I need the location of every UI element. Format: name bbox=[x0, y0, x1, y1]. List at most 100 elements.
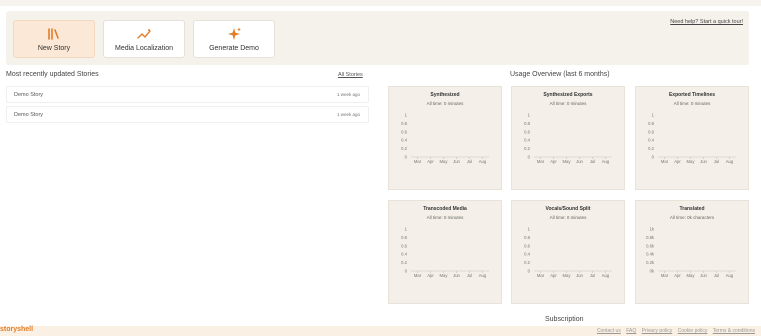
generate-demo-button[interactable]: Generate Demo bbox=[193, 20, 275, 58]
cookie-policy-link[interactable]: Cookie policy bbox=[678, 328, 708, 334]
y-tick-label: 1k bbox=[650, 227, 655, 232]
y-tick-label: 0.6 bbox=[648, 129, 654, 134]
x-tick-label: Apr bbox=[427, 273, 434, 278]
x-tick-label: Jun bbox=[453, 273, 460, 278]
recent-stories-title: Most recently updated Stories bbox=[6, 71, 99, 78]
y-tick-label: 0 bbox=[652, 155, 655, 160]
y-tick-label: 0.8 bbox=[648, 121, 654, 126]
y-tick-label: 0.8 bbox=[401, 235, 407, 240]
y-tick-label: 0.6k bbox=[646, 243, 655, 248]
y-tick-label: 1 bbox=[405, 113, 408, 118]
story-name: Demo Story bbox=[14, 92, 44, 98]
y-tick-label: 0 bbox=[528, 155, 531, 160]
subscription-title: Subscription bbox=[545, 316, 584, 323]
x-tick-label: Apr bbox=[427, 159, 434, 164]
y-tick-label: 0.4k bbox=[646, 252, 655, 257]
x-tick-label: Aug bbox=[602, 273, 610, 278]
y-tick-label: 0.6 bbox=[401, 129, 407, 134]
media-localization-label: Media Localization bbox=[115, 44, 173, 52]
faq-link[interactable]: FAQ bbox=[626, 328, 636, 334]
usage-card-synthesized-exports: Synthesized Exports All time: 0 minutes … bbox=[511, 86, 625, 190]
x-tick-label: Mar bbox=[414, 273, 422, 278]
terms-conditions-link[interactable]: Terms & conditions bbox=[713, 328, 755, 334]
y-tick-label: 0.2 bbox=[524, 260, 530, 265]
x-tick-label: Jul bbox=[714, 273, 719, 278]
y-tick-label: 1 bbox=[405, 227, 408, 232]
usage-chart: 1 0.8 0.6 0.4 0.2 0 Mar Apr May Jun Jul Aug bbox=[401, 113, 489, 164]
y-tick-label: 0.2 bbox=[401, 146, 407, 151]
x-tick-label: Jun bbox=[576, 159, 583, 164]
privacy-policy-link[interactable]: Privacy policy bbox=[642, 328, 673, 334]
x-tick-label: Jun bbox=[453, 159, 460, 164]
y-tick-label: 0.8k bbox=[646, 235, 655, 240]
y-tick-label: 0.6 bbox=[524, 129, 530, 134]
y-tick-label: 0 bbox=[405, 155, 408, 160]
sparkle-line-icon bbox=[137, 28, 151, 39]
footer-links: Contact us FAQ Privacy policy Cookie pol… bbox=[593, 328, 755, 334]
y-tick-label: 1 bbox=[652, 113, 655, 118]
quick-tour-link[interactable]: Need help? Start a quick tour! bbox=[670, 19, 743, 25]
story-row[interactable]: Demo Story 1 week ago bbox=[6, 86, 369, 103]
usage-chart: 1k 0.8k 0.6k 0.4k 0.2k 0k Mar Apr May Jun Jul Aug bbox=[646, 227, 736, 278]
y-tick-label: 1 bbox=[528, 227, 531, 232]
x-tick-label: Mar bbox=[661, 273, 669, 278]
sparkles-icon bbox=[228, 27, 241, 40]
y-tick-label: 0.2 bbox=[401, 260, 407, 265]
y-tick-label: 0.6 bbox=[524, 243, 530, 248]
y-tick-label: 0.4 bbox=[401, 252, 407, 257]
story-name: Demo Story bbox=[14, 112, 44, 118]
y-tick-label: 0.8 bbox=[401, 121, 407, 126]
x-tick-label: Jul bbox=[590, 273, 595, 278]
x-tick-label: Aug bbox=[602, 159, 610, 164]
x-tick-label: Apr bbox=[550, 159, 557, 164]
x-tick-label: Apr bbox=[674, 273, 681, 278]
x-tick-label: May bbox=[440, 159, 449, 164]
x-tick-label: Mar bbox=[414, 159, 422, 164]
y-tick-label: 0.4 bbox=[524, 252, 530, 257]
y-tick-label: 0.8 bbox=[524, 121, 530, 126]
x-tick-label: Apr bbox=[550, 273, 557, 278]
x-tick-label: Mar bbox=[661, 159, 669, 164]
contact-us-link[interactable]: Contact us bbox=[597, 328, 621, 334]
y-tick-label: 0.4 bbox=[524, 138, 530, 143]
usage-chart: 1 0.8 0.6 0.4 0.2 0 Mar Apr May Jun Jul Aug bbox=[524, 227, 612, 278]
quick-actions-bar: New Story Media Localization Generate De… bbox=[6, 11, 749, 65]
all-stories-link[interactable]: All Stories bbox=[338, 72, 363, 78]
y-tick-label: 0.2 bbox=[648, 146, 654, 151]
usage-chart: 1 0.8 0.6 0.4 0.2 0 Mar Apr May Jun Jul Aug bbox=[524, 113, 612, 164]
y-tick-label: 0.2 bbox=[524, 146, 530, 151]
y-tick-label: 1 bbox=[528, 113, 531, 118]
x-tick-label: May bbox=[687, 159, 696, 164]
x-tick-label: May bbox=[440, 273, 449, 278]
y-tick-label: 0.8 bbox=[524, 235, 530, 240]
media-localization-button[interactable]: Media Localization bbox=[103, 20, 185, 58]
x-tick-label: May bbox=[687, 273, 696, 278]
x-tick-label: Jul bbox=[467, 273, 472, 278]
book-icon bbox=[48, 27, 59, 40]
x-tick-label: Aug bbox=[726, 273, 734, 278]
usage-card-vocals-sound-split: Vocals/Sound Split All time: 0 minutes 1… bbox=[511, 200, 625, 304]
new-story-button[interactable]: New Story bbox=[13, 20, 95, 58]
y-tick-label: 0 bbox=[405, 269, 408, 274]
x-tick-label: Mar bbox=[537, 273, 545, 278]
storyshell-logo[interactable]: storyshell bbox=[0, 326, 33, 333]
x-tick-label: Jun bbox=[700, 273, 707, 278]
story-updated-time: 1 week ago bbox=[336, 92, 360, 97]
x-tick-label: May bbox=[563, 159, 572, 164]
y-tick-label: 0.4 bbox=[401, 138, 407, 143]
usage-chart: 1 0.8 0.6 0.4 0.2 0 Mar Apr May Jun Jul Aug bbox=[648, 113, 736, 164]
usage-card-exported-timelines: Exported Timelines All time: 0 minutes 1… bbox=[635, 86, 749, 190]
usage-card-transcoded-media: Transcoded Media All time: 0 minutes 1 0.… bbox=[388, 200, 502, 304]
x-tick-label: Jul bbox=[590, 159, 595, 164]
x-tick-label: Jul bbox=[714, 159, 719, 164]
x-tick-label: Jun bbox=[576, 273, 583, 278]
x-tick-label: Aug bbox=[479, 273, 487, 278]
x-tick-label: Aug bbox=[726, 159, 734, 164]
x-tick-label: Mar bbox=[537, 159, 545, 164]
x-tick-label: Jun bbox=[700, 159, 707, 164]
story-row[interactable]: Demo Story 1 week ago bbox=[6, 106, 369, 123]
y-tick-label: 0.6 bbox=[401, 243, 407, 248]
x-tick-label: Jul bbox=[467, 159, 472, 164]
usage-card-translated: Translated All time: 0k characters 1k 0.8… bbox=[635, 200, 749, 304]
story-updated-time: 1 week ago bbox=[336, 112, 360, 117]
